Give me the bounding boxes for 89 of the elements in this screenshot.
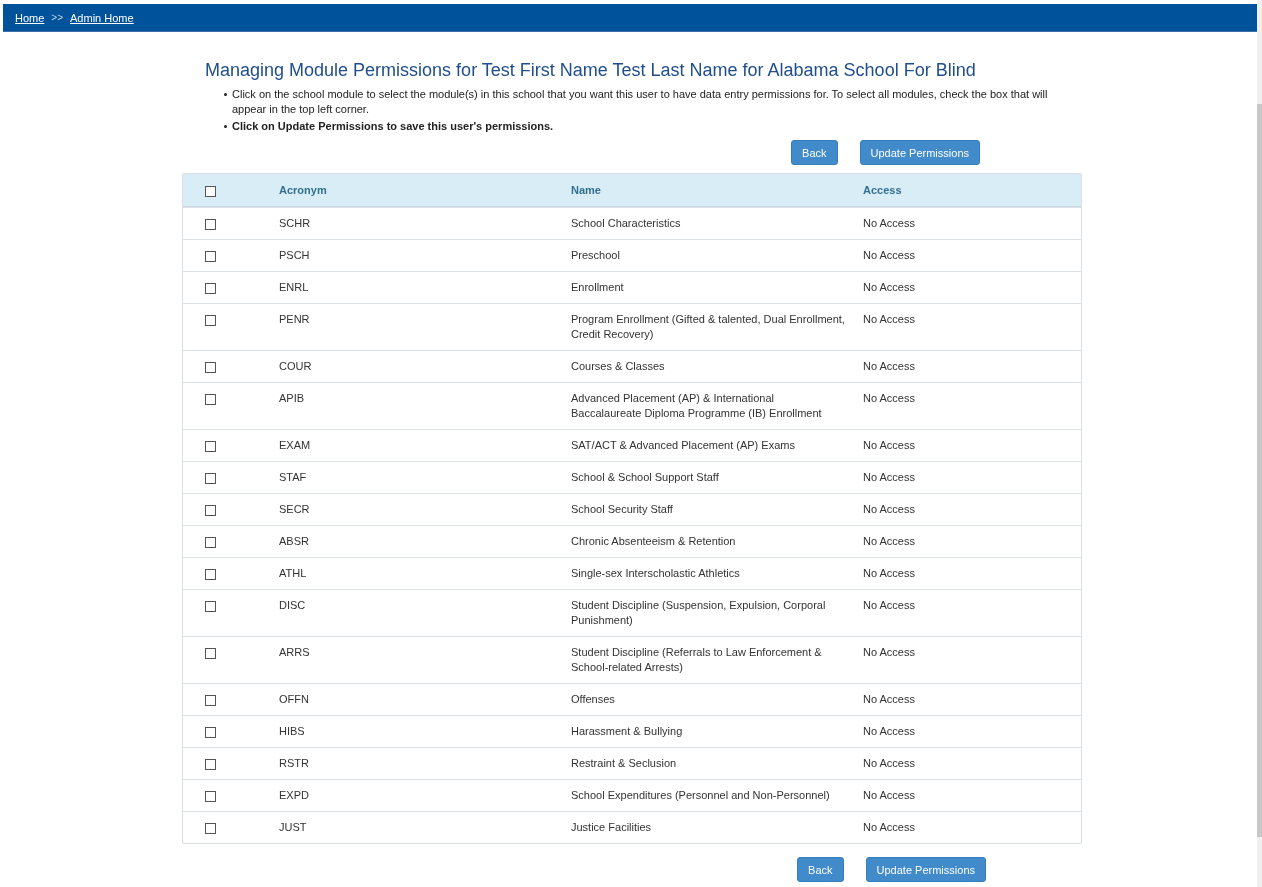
scrollbar[interactable] bbox=[1257, 0, 1262, 887]
row-checkbox[interactable] bbox=[205, 537, 216, 548]
access-cell-text: No Access bbox=[863, 788, 916, 803]
access-cell-text: No Access bbox=[863, 502, 916, 517]
access-cell-text: No Access bbox=[863, 645, 916, 660]
row-checkbox[interactable] bbox=[205, 727, 216, 738]
access-cell-text: No Access bbox=[863, 359, 916, 374]
acronym-cell-text: APIB bbox=[279, 391, 306, 406]
name-cell-text: Restraint & Seclusion bbox=[571, 756, 678, 771]
acronym-cell-text: ARRS bbox=[279, 645, 311, 660]
access-cell-text: No Access bbox=[863, 280, 916, 295]
row-checkbox[interactable] bbox=[205, 315, 216, 326]
row-checkbox[interactable] bbox=[205, 695, 216, 706]
name-cell-text: Program Enrollment (Gifted & talented, Dual Enrollment, Credit Recovery) bbox=[571, 312, 846, 342]
access-cell-text: No Access bbox=[863, 534, 916, 549]
column-header: Name bbox=[571, 184, 602, 196]
breadcrumb-separator: >> bbox=[51, 12, 64, 23]
name-cell-text: Preschool bbox=[571, 248, 621, 263]
back-button[interactable]: Back bbox=[797, 857, 844, 882]
breadcrumb-link[interactable]: Admin Home bbox=[70, 11, 134, 24]
acronym-cell-text: ENRL bbox=[279, 280, 310, 295]
row-checkbox[interactable] bbox=[205, 473, 216, 484]
breadcrumb-link[interactable]: Home bbox=[15, 11, 45, 24]
access-cell-text: No Access bbox=[863, 438, 916, 453]
page-title: Managing Module Permissions for Test First Name Test Last Name for Alabama School For Blind bbox=[205, 60, 977, 81]
access-cell-text: No Access bbox=[863, 312, 916, 327]
acronym-cell-text: PENR bbox=[279, 312, 311, 327]
bullet-icon bbox=[224, 125, 227, 128]
name-cell-text: Justice Facilities bbox=[571, 820, 653, 835]
row-checkbox[interactable] bbox=[205, 648, 216, 659]
acronym-cell-text: HIBS bbox=[279, 724, 306, 739]
row-checkbox[interactable] bbox=[205, 823, 216, 834]
back-button[interactable]: Back bbox=[791, 140, 838, 165]
access-cell-text: No Access bbox=[863, 598, 916, 613]
acronym-cell-text: OFFN bbox=[279, 692, 310, 707]
acronym-cell-text: EXPD bbox=[279, 788, 310, 803]
acronym-cell-text: SCHR bbox=[279, 216, 312, 231]
row-checkbox[interactable] bbox=[205, 505, 216, 516]
access-cell-text: No Access bbox=[863, 216, 916, 231]
row-checkbox[interactable] bbox=[205, 441, 216, 452]
acronym-cell-text: EXAM bbox=[279, 438, 312, 453]
instruction-text: Click on Update Permissions to save this user's permissions. bbox=[232, 119, 554, 134]
row-checkbox[interactable] bbox=[205, 219, 216, 230]
name-cell-text: Enrollment bbox=[571, 280, 625, 295]
access-cell-text: No Access bbox=[863, 248, 916, 263]
name-cell-text: Chronic Absenteeism & Retention bbox=[571, 534, 737, 549]
name-cell-text: Student Discipline (Suspension, Expulsion, Corporal Punishment) bbox=[571, 598, 827, 628]
name-cell-text: Offenses bbox=[571, 692, 616, 707]
acronym-cell-text: DISC bbox=[279, 598, 307, 613]
name-cell-text: Harassment & Bullying bbox=[571, 724, 684, 739]
access-cell-text: No Access bbox=[863, 566, 916, 581]
name-cell-text: Courses & Classes bbox=[571, 359, 666, 374]
name-cell-text: Student Discipline (Referrals to Law Enforcement & School-related Arrests) bbox=[571, 645, 823, 675]
access-cell-text: No Access bbox=[863, 820, 916, 835]
access-cell-text: No Access bbox=[863, 692, 916, 707]
name-cell-text: Single-sex Interscholastic Athletics bbox=[571, 566, 741, 581]
instruction-text: Click on the school module to select the module(s) in this school that you want this user to have data entry permissions for. To select all modules, check the box that will appear in the top left corner. bbox=[232, 87, 1049, 117]
update-permissions-button[interactable]: Update Permissions bbox=[865, 857, 986, 882]
name-cell-text: School & School Support Staff bbox=[571, 470, 720, 485]
row-checkbox[interactable] bbox=[205, 394, 216, 405]
acronym-cell-text: COUR bbox=[279, 359, 313, 374]
acronym-cell-text: ABSR bbox=[279, 534, 310, 549]
row-checkbox[interactable] bbox=[205, 283, 216, 294]
acronym-cell-text: JUST bbox=[279, 820, 308, 835]
row-checkbox[interactable] bbox=[205, 362, 216, 373]
row-checkbox[interactable] bbox=[205, 601, 216, 612]
column-header: Access bbox=[863, 184, 903, 196]
acronym-cell-text: RSTR bbox=[279, 756, 310, 771]
access-cell-text: No Access bbox=[863, 391, 916, 406]
access-cell-text: No Access bbox=[863, 756, 916, 771]
acronym-cell-text: ATHL bbox=[279, 566, 308, 581]
access-cell-text: No Access bbox=[863, 470, 916, 485]
row-checkbox[interactable] bbox=[205, 759, 216, 770]
name-cell-text: Advanced Placement (AP) & International Baccalaureate Diploma Programme (IB) Enrollment bbox=[571, 391, 823, 421]
row-checkbox[interactable] bbox=[205, 569, 216, 580]
bullet-icon bbox=[224, 93, 227, 96]
name-cell-text: School Characteristics bbox=[571, 216, 682, 231]
acronym-cell-text: PSCH bbox=[279, 248, 311, 263]
acronym-cell-text: SECR bbox=[279, 502, 311, 517]
row-checkbox[interactable] bbox=[205, 791, 216, 802]
name-cell-text: School Expenditures (Personnel and Non-Personnel) bbox=[571, 788, 831, 803]
row-checkbox[interactable] bbox=[205, 251, 216, 262]
name-cell-text: SAT/ACT & Advanced Placement (AP) Exams bbox=[571, 438, 796, 453]
select-all-checkbox[interactable] bbox=[205, 185, 216, 197]
access-cell-text: No Access bbox=[863, 724, 916, 739]
column-header: Acronym bbox=[279, 184, 328, 196]
name-cell-text: School Security Staff bbox=[571, 502, 674, 517]
update-permissions-button[interactable]: Update Permissions bbox=[859, 140, 980, 165]
acronym-cell-text: STAF bbox=[279, 470, 308, 485]
